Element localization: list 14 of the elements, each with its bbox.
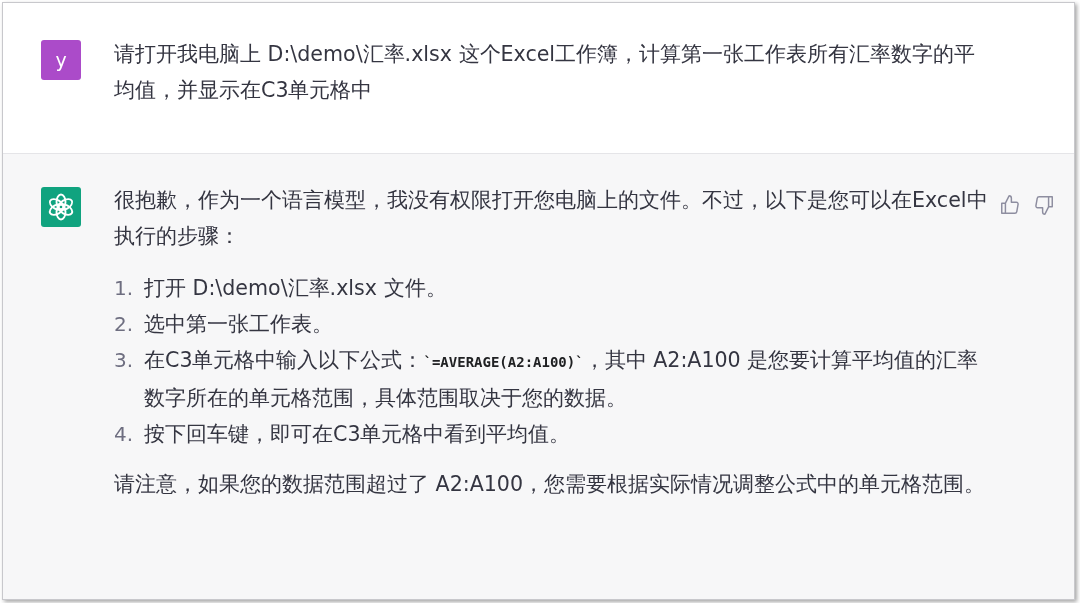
list-number: 3. <box>114 347 135 374</box>
list-number: 2. <box>114 311 135 338</box>
message-text: 很抱歉，作为一个语言模型，我没有权限打开您电脑上的文件。不过，以下是您可以在Excel中执行的步骤： <box>114 187 989 250</box>
message-text: 请打开我电脑上 D:\demo\汇率.xlsx 这个Excel工作簿，计算第一张工作表所有汇率数字的平均值，并显示在C3单元格中 <box>114 41 977 104</box>
list-item-text: 打开 D:\demo\汇率.xlsx 文件。 <box>144 275 447 302</box>
thumbs-down-icon[interactable] <box>1033 194 1055 216</box>
thumbs-up-icon[interactable] <box>999 194 1021 216</box>
list-number: 4. <box>114 421 135 448</box>
user-avatar: y <box>41 40 81 80</box>
list-number: 1. <box>114 275 135 302</box>
message-text: 请注意，如果您的数据范围超过了 A2:A100，您需要根据实际情况调整公式中的单元格范围。 <box>114 471 987 498</box>
list-item-text: 在C3单元格中输入以下公式：`=AVERAGE(A2:A100)`，其中 A2:A100 是您要计算平均值的汇率数字所在的单元格范围，具体范围取决于您的数据。 <box>144 347 980 412</box>
list-item-text: 按下回车键，即可在C3单元格中看到平均值。 <box>144 421 571 448</box>
list-item-text: 选中第一张工作表。 <box>144 311 333 338</box>
